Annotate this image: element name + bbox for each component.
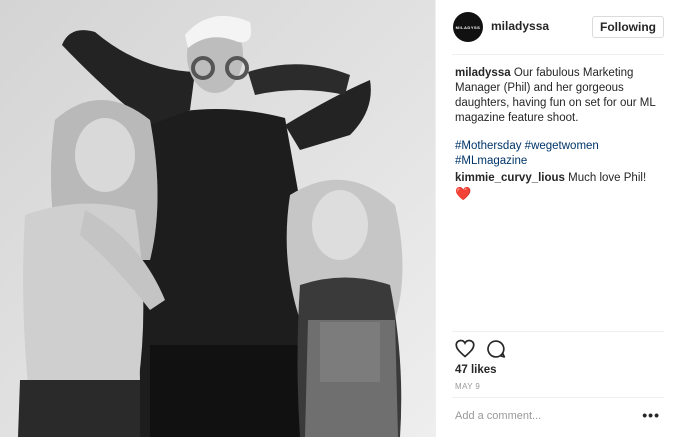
heart-outline-icon[interactable]: [455, 339, 475, 359]
following-button[interactable]: Following: [592, 16, 664, 38]
comment-username[interactable]: kimmie_curvy_lious: [455, 172, 565, 184]
red-heart-emoji: ❤️: [455, 186, 472, 201]
post-username[interactable]: miladyssa: [491, 19, 549, 33]
post-photo-image: [0, 0, 435, 437]
likes-count[interactable]: 47 likes: [455, 364, 497, 376]
avatar[interactable]: MILADYSS: [453, 12, 483, 42]
hashtags[interactable]: #Mothersday #wegetwomen #MLmagazine: [455, 139, 664, 169]
post-date[interactable]: MAY 9: [455, 382, 480, 391]
caption-username[interactable]: miladyssa: [455, 67, 511, 79]
comment-divider: [452, 397, 664, 398]
action-bar: [455, 339, 506, 361]
comment-item: kimmie_curvy_lious Much love Phil! ❤️: [455, 171, 664, 203]
comment-text: Much love Phil!: [568, 172, 647, 184]
actions-divider: [452, 331, 664, 332]
instagram-post: MILADYSS miladyssa Following miladyssa O…: [0, 0, 680, 437]
add-comment-input[interactable]: [455, 410, 635, 422]
more-icon[interactable]: •••: [642, 407, 660, 423]
header-divider: [452, 54, 664, 55]
post-photo[interactable]: [0, 0, 435, 437]
post-sidebar: MILADYSS miladyssa Following miladyssa O…: [435, 0, 680, 437]
comment-icon[interactable]: [486, 339, 506, 359]
post-header: MILADYSS miladyssa Following: [436, 0, 680, 54]
caption: miladyssa Our fabulous Marketing Manager…: [455, 66, 664, 126]
comments-list: miladyssa Our fabulous Marketing Manager…: [455, 66, 664, 203]
